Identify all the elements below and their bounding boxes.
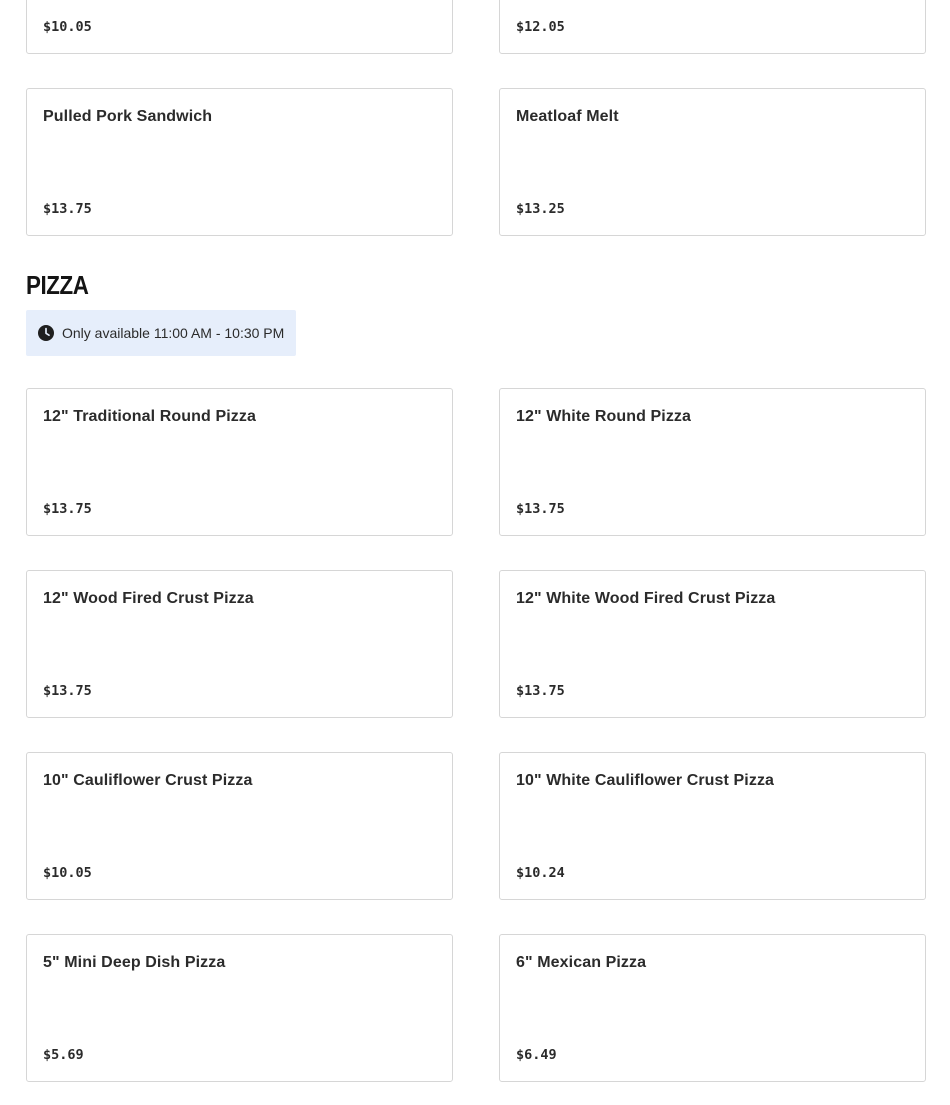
- menu-item-card[interactable]: $12.05: [499, 0, 926, 54]
- menu-item-price: $10.05: [43, 19, 92, 35]
- menu-item-price: $12.05: [516, 19, 565, 35]
- menu-item-price: $5.69: [43, 1047, 84, 1063]
- menu-item-name: 12" White Wood Fired Crust Pizza: [516, 590, 776, 607]
- menu-item-price: $13.75: [516, 501, 565, 517]
- section-title-pizza: PIZZA: [26, 270, 89, 300]
- menu-item-price: $10.05: [43, 865, 92, 881]
- menu-item-card[interactable]: 10" White Cauliflower Crust Pizza $10.24: [499, 752, 926, 900]
- menu-item-name: Meatloaf Melt: [516, 108, 619, 125]
- menu-item-name: 6" Mexican Pizza: [516, 954, 647, 971]
- menu-item-name: 12" Wood Fired Crust Pizza: [43, 590, 254, 607]
- menu-item-price: $6.49: [516, 1047, 557, 1063]
- menu-page: $10.05 $12.05 Pulled Pork Sandwich $13.7…: [0, 0, 950, 1105]
- menu-item-card[interactable]: 12" White Round Pizza $13.75: [499, 388, 926, 536]
- menu-item-name: 12" White Round Pizza: [516, 408, 692, 425]
- menu-item-price: $10.24: [516, 865, 565, 881]
- menu-item-price: $13.75: [43, 501, 92, 517]
- menu-item-card[interactable]: 6" Mexican Pizza $6.49: [499, 934, 926, 1082]
- menu-item-card[interactable]: 12" Traditional Round Pizza $13.75: [26, 388, 453, 536]
- menu-item-name: Pulled Pork Sandwich: [43, 108, 213, 125]
- menu-item-name: 12" Traditional Round Pizza: [43, 408, 256, 425]
- menu-item-price: $13.75: [516, 683, 565, 699]
- menu-item-price: $13.75: [43, 683, 92, 699]
- availability-text: Only available 11:00 AM - 10:30 PM: [62, 325, 285, 341]
- menu-item-card[interactable]: $10.05: [26, 0, 453, 54]
- menu-item-card[interactable]: 5" Mini Deep Dish Pizza $5.69: [26, 934, 453, 1082]
- menu-item-price: $13.75: [43, 201, 92, 217]
- menu-item-card[interactable]: 12" White Wood Fired Crust Pizza $13.75: [499, 570, 926, 718]
- menu-item-card[interactable]: Pulled Pork Sandwich $13.75: [26, 88, 453, 236]
- menu-item-name: 5" Mini Deep Dish Pizza: [43, 954, 226, 971]
- menu-item-card[interactable]: 12" Wood Fired Crust Pizza $13.75: [26, 570, 453, 718]
- menu-item-price: $13.25: [516, 201, 565, 217]
- menu-item-card[interactable]: Meatloaf Melt $13.25: [499, 88, 926, 236]
- availability-banner: Only available 11:00 AM - 10:30 PM: [26, 310, 296, 356]
- menu-item-card[interactable]: 10" Cauliflower Crust Pizza $10.05: [26, 752, 453, 900]
- menu-item-name: 10" White Cauliflower Crust Pizza: [516, 772, 775, 789]
- clock-icon: [38, 325, 54, 341]
- menu-item-name: 10" Cauliflower Crust Pizza: [43, 772, 253, 789]
